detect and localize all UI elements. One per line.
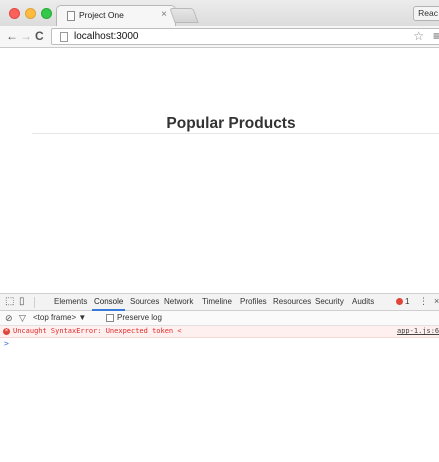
new-tab-button[interactable] bbox=[169, 8, 199, 23]
devtools-close-icon[interactable]: × bbox=[434, 296, 439, 306]
error-x-icon: × bbox=[3, 328, 10, 335]
minimize-window-button[interactable] bbox=[25, 8, 36, 19]
toolbar-divider bbox=[34, 297, 35, 308]
browser-tab[interactable]: Project One × bbox=[56, 5, 176, 26]
tab-network[interactable]: Network bbox=[164, 297, 193, 306]
error-source-link[interactable]: app-1.js:6 bbox=[397, 327, 439, 335]
error-count-badge[interactable]: 1 bbox=[396, 297, 409, 306]
page-title: Popular Products bbox=[166, 115, 296, 132]
tab-close-icon[interactable]: × bbox=[161, 9, 167, 20]
reload-icon[interactable]: C bbox=[35, 29, 44, 43]
forward-arrow-icon[interactable]: → bbox=[20, 29, 32, 43]
error-message: Uncaught SyntaxError: Unexpected token < bbox=[13, 327, 182, 335]
console-prompt[interactable]: > bbox=[4, 339, 9, 348]
preserve-log-label[interactable]: Preserve log bbox=[117, 313, 162, 322]
browser-toolbar: ← → C localhost:3000 ☆ ≡ bbox=[0, 26, 439, 48]
browser-menu-icon[interactable]: ≡ bbox=[433, 29, 439, 43]
maximize-window-button[interactable] bbox=[41, 8, 52, 19]
inspect-element-icon[interactable]: ⬚ bbox=[5, 296, 14, 307]
close-window-button[interactable] bbox=[9, 8, 20, 19]
tab-profiles[interactable]: Profiles bbox=[240, 297, 267, 306]
tab-audits[interactable]: Audits bbox=[352, 297, 374, 306]
filter-icon[interactable]: ▽ bbox=[19, 313, 26, 324]
address-bar[interactable]: localhost:3000 ☆ ≡ bbox=[51, 28, 439, 45]
clear-console-icon[interactable]: ⊘ bbox=[5, 313, 13, 324]
frame-select[interactable]: <top frame> ▼ bbox=[33, 313, 86, 322]
devtools-tabbar: ⬚ ▯ Elements Console Sources Network Tim… bbox=[0, 294, 439, 311]
back-arrow-icon[interactable]: ← bbox=[6, 29, 18, 43]
console-filterbar: ⊘ ▽ <top frame> ▼ Preserve log bbox=[0, 311, 439, 326]
tab-console[interactable]: Console bbox=[91, 297, 126, 311]
tab-resources[interactable]: Resources bbox=[273, 297, 311, 306]
tab-title: Project One bbox=[79, 10, 124, 20]
page-viewport: Popular Products bbox=[0, 48, 439, 293]
console-error-row: × Uncaught SyntaxError: Unexpected token… bbox=[0, 326, 439, 338]
url-text[interactable]: localhost:3000 bbox=[74, 31, 139, 42]
error-dot-icon bbox=[396, 298, 403, 305]
title-divider bbox=[32, 133, 439, 134]
devtools-panel: ⬚ ▯ Elements Console Sources Network Tim… bbox=[0, 293, 439, 462]
tab-security[interactable]: Security bbox=[315, 297, 344, 306]
profile-button[interactable]: Reac bbox=[413, 6, 439, 21]
page-favicon-icon bbox=[67, 11, 75, 21]
devtools-menu-icon[interactable]: ⋮ bbox=[419, 296, 428, 307]
preserve-log-checkbox[interactable] bbox=[106, 314, 114, 322]
page-icon bbox=[60, 32, 68, 42]
tab-sources[interactable]: Sources bbox=[130, 297, 159, 306]
device-mode-icon[interactable]: ▯ bbox=[19, 296, 25, 307]
tab-elements[interactable]: Elements bbox=[54, 297, 87, 306]
bookmark-star-icon[interactable]: ☆ bbox=[413, 29, 424, 43]
tab-timeline[interactable]: Timeline bbox=[202, 297, 232, 306]
error-count: 1 bbox=[405, 297, 410, 306]
browser-titlebar: Project One × Reac bbox=[0, 0, 439, 26]
